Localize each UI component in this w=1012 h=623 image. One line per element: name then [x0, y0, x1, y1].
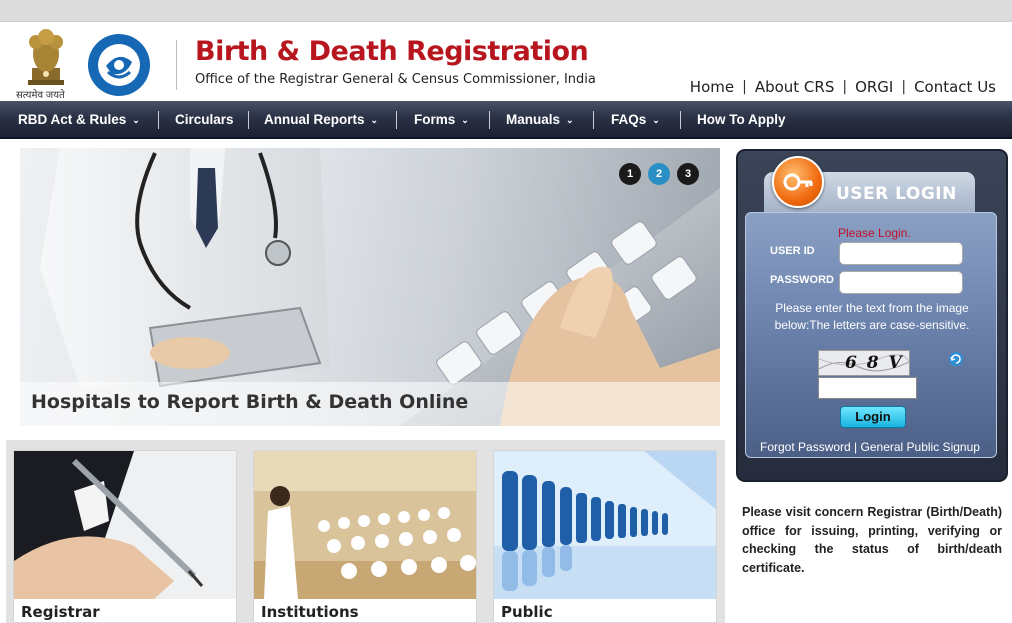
- registrar-general-logo-icon: [86, 32, 152, 98]
- nav-item-label: FAQs: [611, 112, 647, 127]
- registrar-image: [14, 451, 236, 599]
- card-label: Institutions: [261, 603, 359, 621]
- nav-divider: [680, 111, 681, 129]
- nav-item-annual-reports[interactable]: Annual Reports ⌄: [264, 101, 378, 139]
- nav-item-faqs[interactable]: FAQs ⌄: [611, 101, 660, 139]
- slide-caption: Hospitals to Report Birth & Death Online: [31, 391, 469, 413]
- main-nav: RBD Act & Rules ⌄ Circulars Annual Report…: [0, 101, 1012, 139]
- chevron-down-icon: ⌄: [566, 115, 574, 125]
- captcha-image: 6 8 V G T: [818, 350, 910, 376]
- nav-item-how-to-apply[interactable]: How To Apply: [697, 101, 786, 139]
- nav-item-label: RBD Act & Rules: [18, 112, 127, 127]
- nav-item-rbd-act-rules[interactable]: RBD Act & Rules ⌄: [18, 101, 140, 139]
- nav-item-manuals[interactable]: Manuals ⌄: [506, 101, 574, 139]
- login-title: USER LOGIN: [836, 184, 957, 204]
- site-subtitle: Office of the Registrar General & Census…: [195, 72, 596, 87]
- user-id-input[interactable]: [839, 242, 963, 265]
- home-link[interactable]: Home: [682, 78, 742, 96]
- public-image: [494, 451, 716, 599]
- hero-slider[interactable]: Hospitals to Report Birth & Death Online: [20, 148, 720, 426]
- card-institutions[interactable]: Institutions: [253, 450, 477, 623]
- nav-item-label: Annual Reports: [264, 112, 365, 127]
- card-label: Registrar: [21, 603, 100, 621]
- top-links: Home | About CRS | ORGI | Contact Us: [682, 78, 1004, 96]
- orgi-link[interactable]: ORGI: [847, 78, 901, 96]
- nav-item-label: Circulars: [175, 112, 234, 127]
- page: सत्यमेव जयते Birth & Death Registration …: [0, 0, 1012, 623]
- site-title: Birth & Death Registration: [195, 36, 589, 67]
- chevron-down-icon: ⌄: [370, 115, 379, 125]
- emblem-caption: सत्यमेव जयते: [16, 90, 65, 101]
- login-message: Please Login.: [838, 226, 911, 240]
- forgot-password-link[interactable]: Forgot Password: [760, 440, 851, 454]
- captcha-instructions: Please enter the text from the image bel…: [774, 301, 970, 332]
- header-divider: [176, 40, 177, 90]
- password-label: PASSWORD: [770, 274, 834, 286]
- nav-item-forms[interactable]: Forms ⌄: [414, 101, 469, 139]
- card-public[interactable]: Public: [493, 450, 717, 623]
- user-id-label: USER ID: [770, 245, 815, 257]
- chevron-down-icon: ⌄: [652, 115, 660, 125]
- nav-item-label: Manuals: [506, 112, 561, 127]
- key-icon: [772, 156, 824, 208]
- card-registrar[interactable]: Registrar: [13, 450, 237, 623]
- nav-item-circulars[interactable]: Circulars: [175, 101, 234, 139]
- login-links: Forgot Password | General Public Signup: [760, 440, 980, 454]
- captcha-text: 6 8 V G T: [845, 353, 904, 375]
- nav-item-label: Forms: [414, 112, 456, 127]
- nav-divider: [489, 111, 490, 129]
- slide-caption-bar: Hospitals to Report Birth & Death Online: [20, 382, 720, 426]
- chevron-down-icon: ⌄: [461, 115, 469, 125]
- login-button[interactable]: Login: [840, 406, 906, 428]
- refresh-captcha-icon[interactable]: [948, 351, 964, 367]
- captcha-input[interactable]: [818, 377, 917, 399]
- login-links-separator: |: [854, 440, 858, 454]
- slide-dot-2[interactable]: 2: [648, 163, 670, 185]
- nav-divider: [593, 111, 594, 129]
- nav-divider: [158, 111, 159, 129]
- contact-us-link[interactable]: Contact Us: [906, 78, 1004, 96]
- general-public-signup-link[interactable]: General Public Signup: [861, 440, 980, 454]
- password-input[interactable]: [839, 271, 963, 294]
- nav-divider: [396, 111, 397, 129]
- slide-dot-1[interactable]: 1: [619, 163, 641, 185]
- about-crs-link[interactable]: About CRS: [747, 78, 843, 96]
- slide-dot-3[interactable]: 3: [677, 163, 699, 185]
- nav-divider: [248, 111, 249, 129]
- institutions-image: [254, 451, 476, 599]
- card-label: Public: [501, 603, 553, 621]
- chevron-down-icon: ⌄: [132, 115, 140, 125]
- top-strip: [0, 0, 1012, 22]
- nav-item-label: How To Apply: [697, 112, 786, 127]
- registrar-notice: Please visit concern Registrar (Birth/De…: [742, 505, 1002, 575]
